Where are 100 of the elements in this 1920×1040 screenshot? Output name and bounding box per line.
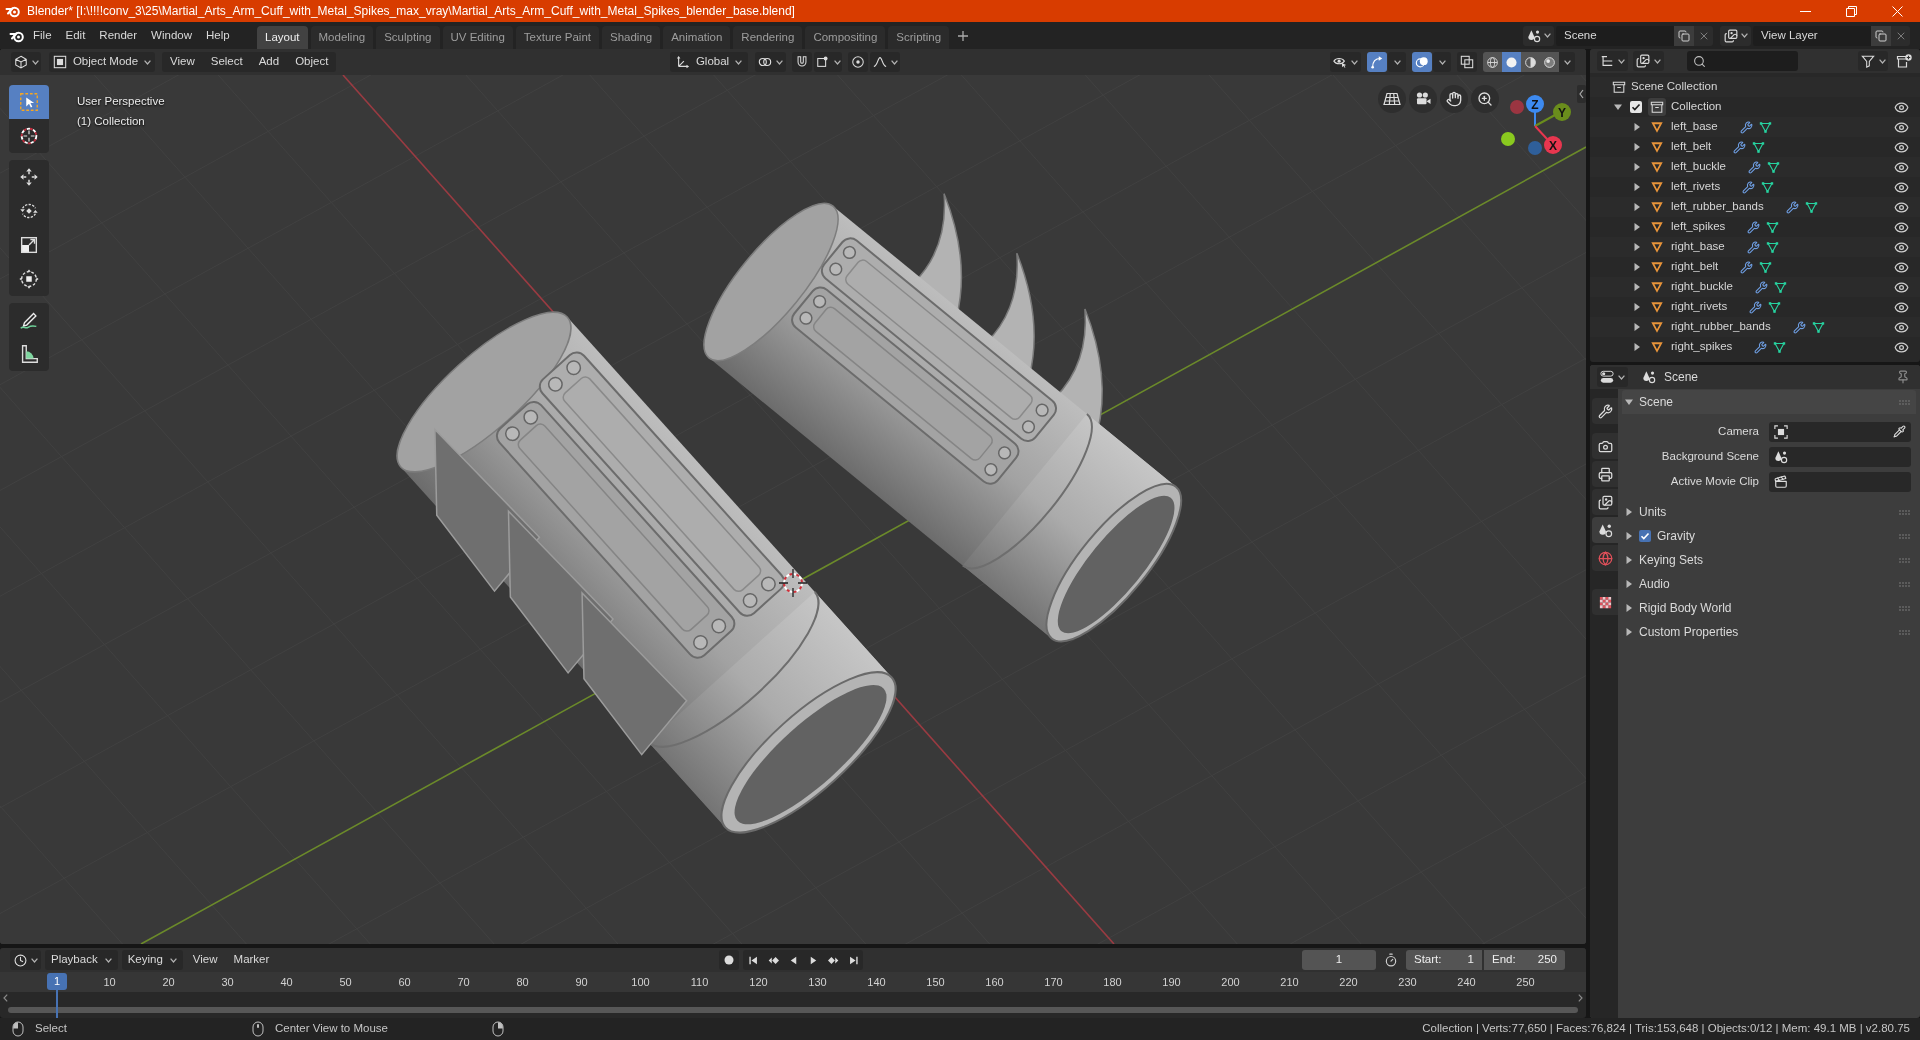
search-field[interactable]: [1687, 51, 1798, 71]
disclosure-arrow-icon[interactable]: [1633, 263, 1641, 271]
eye-icon[interactable]: [1894, 239, 1909, 255]
wrench-icon[interactable]: [1755, 280, 1768, 294]
eye-icon[interactable]: [1894, 159, 1909, 175]
properties-tab[interactable]: [1592, 589, 1618, 615]
editor-type-dropdown[interactable]: [11, 52, 41, 72]
menu-item[interactable]: Object: [287, 52, 337, 72]
menu-item[interactable]: File: [26, 24, 59, 47]
disclosure-arrow-icon[interactable]: [1633, 203, 1641, 211]
properties-tab[interactable]: [1592, 433, 1618, 459]
duplicate-button[interactable]: [1674, 25, 1694, 46]
chevron-right-icon[interactable]: [1578, 994, 1583, 1002]
eye-icon[interactable]: [1894, 179, 1909, 195]
shading-mode-button[interactable]: [1502, 52, 1521, 72]
playhead[interactable]: 1: [47, 973, 67, 990]
current-frame-field[interactable]: 1: [1302, 950, 1376, 970]
hand-icon[interactable]: [1440, 85, 1468, 113]
eye-icon[interactable]: [1894, 199, 1909, 215]
menu-item[interactable]: View: [186, 950, 224, 970]
shading-mode-button[interactable]: [1483, 52, 1502, 72]
view-layer-name-field[interactable]: View Layer: [1753, 25, 1871, 46]
disclosure-arrow-icon[interactable]: [1633, 183, 1641, 191]
disclosure-arrow-icon[interactable]: [1625, 556, 1633, 564]
eye-icon[interactable]: [1894, 279, 1909, 295]
disclosure-arrow-icon[interactable]: [1633, 143, 1641, 151]
checkbox[interactable]: [1630, 101, 1642, 113]
menu-item[interactable]: Marker: [227, 950, 276, 970]
disclosure-arrow-icon[interactable]: [1633, 163, 1641, 171]
shading-mode-button[interactable]: [1540, 52, 1559, 72]
properties-tab[interactable]: [1592, 461, 1618, 487]
perspective-grid-icon[interactable]: [1378, 85, 1406, 113]
view-layer-dropdown[interactable]: [1720, 25, 1751, 46]
disclosure-arrow-icon[interactable]: [1625, 580, 1633, 588]
proportional-editing-toggle[interactable]: [848, 52, 868, 72]
move-tool[interactable]: [9, 160, 49, 194]
end-frame-field[interactable]: End: 250: [1484, 950, 1565, 970]
mesh-triangle-icon[interactable]: [1759, 260, 1773, 274]
eye-icon[interactable]: [1894, 139, 1909, 155]
wrench-icon[interactable]: [1733, 140, 1747, 154]
menu-item[interactable]: Add: [250, 52, 288, 72]
pin-icon[interactable]: [1896, 370, 1910, 384]
workspace-tab[interactable]: Scripting: [888, 26, 950, 49]
properties-tab[interactable]: [1592, 489, 1618, 515]
property-field[interactable]: [1769, 421, 1911, 442]
eye-icon[interactable]: [1894, 319, 1909, 335]
eye-icon[interactable]: [1894, 299, 1909, 315]
overlays-toggle[interactable]: [1412, 52, 1432, 72]
mesh-triangle-icon[interactable]: [1774, 280, 1787, 294]
disclosure-arrow-icon[interactable]: [1625, 398, 1633, 406]
movie-camera-icon[interactable]: [1409, 85, 1437, 113]
menu-dropdown[interactable]: Playback: [45, 950, 118, 970]
mesh-triangle-icon[interactable]: [1767, 160, 1780, 174]
gizmo-toggle[interactable]: [1367, 52, 1387, 72]
plus-icon[interactable]: [958, 30, 969, 41]
disclosure-arrow-icon[interactable]: [1633, 303, 1641, 311]
disclosure-arrow-icon[interactable]: [1614, 103, 1622, 111]
mesh-triangle-icon[interactable]: [1758, 120, 1772, 134]
disclosure-arrow-icon[interactable]: [1633, 123, 1641, 131]
xray-toggle[interactable]: [1457, 52, 1477, 72]
annotate-tool[interactable]: [9, 303, 49, 337]
record-button[interactable]: [719, 950, 739, 970]
eye-icon[interactable]: [1894, 339, 1909, 355]
close-icon[interactable]: [1891, 5, 1903, 17]
scene-name-field[interactable]: Scene: [1556, 25, 1674, 46]
sidebar-toggle-icon[interactable]: [1577, 85, 1586, 103]
eye-icon[interactable]: [1894, 259, 1909, 275]
editor-type-dropdown[interactable]: [10, 950, 41, 970]
wrench-icon[interactable]: [1742, 180, 1756, 194]
wrench-icon[interactable]: [1747, 220, 1761, 234]
snap-toggle[interactable]: [792, 52, 812, 72]
menu-item[interactable]: Window: [144, 24, 199, 47]
display-mode-dropdown[interactable]: [1597, 51, 1628, 71]
workspace-tab[interactable]: Rendering: [733, 26, 803, 49]
shading-mode-button[interactable]: [1521, 52, 1540, 72]
axis-dot[interactable]: [1501, 132, 1515, 146]
cursor-tool[interactable]: [9, 119, 49, 153]
jump-to-start-button[interactable]: [743, 950, 763, 970]
workspace-tab[interactable]: Texture Paint: [515, 26, 599, 49]
options-dropdown[interactable]: [1388, 52, 1406, 72]
wrench-icon[interactable]: [1785, 200, 1799, 214]
mode-dropdown[interactable]: Object Mode: [49, 52, 155, 72]
disclosure-arrow-icon[interactable]: [1625, 532, 1633, 540]
zoom-icon[interactable]: [1471, 85, 1499, 113]
mesh-triangle-icon[interactable]: [1773, 340, 1787, 354]
filter-dropdown[interactable]: [1858, 51, 1888, 71]
view-layer-dropdown[interactable]: [1633, 51, 1664, 71]
workspace-tab[interactable]: Layout: [257, 26, 308, 49]
menu-item[interactable]: Help: [199, 24, 237, 47]
disclosure-arrow-icon[interactable]: [1633, 283, 1641, 291]
start-frame-field[interactable]: Start: 1: [1406, 950, 1482, 970]
properties-tab[interactable]: [1592, 398, 1618, 424]
axis-dot[interactable]: [1528, 141, 1542, 155]
visibility-dropdown[interactable]: [1330, 52, 1361, 72]
scene-dropdown[interactable]: [1523, 25, 1554, 46]
snap-target-dropdown[interactable]: [814, 52, 842, 72]
menu-item[interactable]: Edit: [58, 24, 93, 47]
axis-dot[interactable]: [1510, 100, 1524, 114]
x-axis-handle[interactable]: X: [1534, 125, 1562, 154]
wrench-icon[interactable]: [1739, 120, 1753, 134]
